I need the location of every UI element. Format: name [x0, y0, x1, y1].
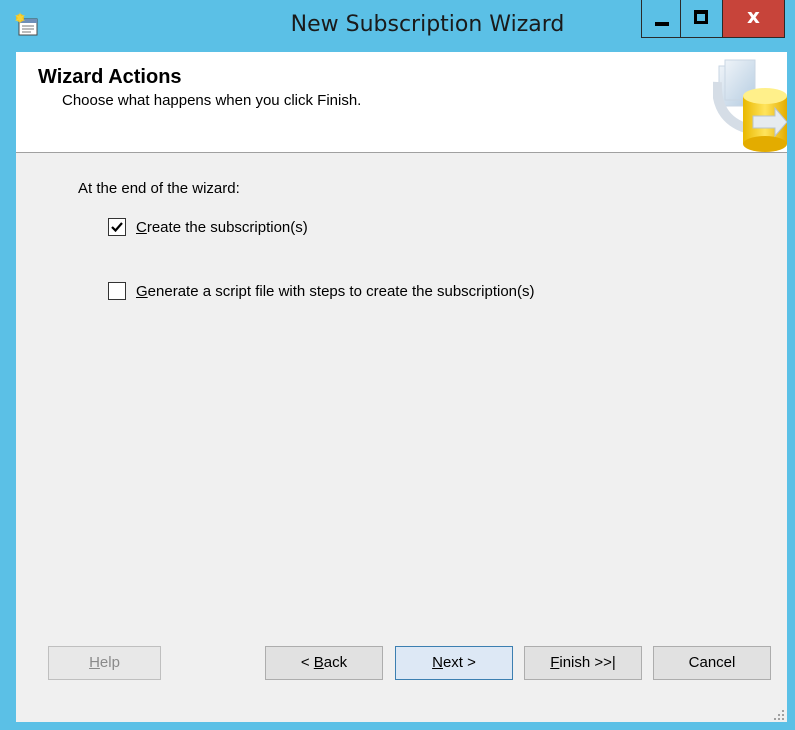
generate-script-checkbox[interactable]	[108, 282, 126, 300]
database-publication-graphic	[711, 52, 788, 152]
button-text: ack	[323, 654, 348, 671]
checkmark-icon	[111, 222, 123, 233]
generate-script-label[interactable]: Generate a script file with steps to cre…	[136, 283, 535, 300]
maximize-button[interactable]	[681, 0, 723, 38]
minimize-button[interactable]	[641, 0, 681, 38]
wizard-window: New Subscription Wizard x Wizard Actions…	[0, 0, 795, 730]
next-button[interactable]: Next >	[395, 646, 513, 680]
mnemonic: H	[89, 654, 100, 671]
section-label: At the end of the wizard:	[78, 180, 240, 197]
generate-script-option[interactable]: Generate a script file with steps to cre…	[108, 282, 535, 300]
cancel-button[interactable]: Cancel	[653, 646, 771, 680]
title-bar[interactable]: New Subscription Wizard x	[0, 0, 795, 52]
help-button[interactable]: Help	[48, 646, 161, 680]
button-text: ext >	[442, 654, 476, 671]
minimize-icon	[655, 22, 669, 26]
page-title: Wizard Actions	[38, 66, 182, 88]
button-text: inish >>|	[559, 654, 616, 671]
mnemonic: N	[432, 654, 443, 671]
page-subtitle: Choose what happens when you click Finis…	[62, 92, 362, 109]
create-subscription-option[interactable]: Create the subscription(s)	[108, 218, 308, 236]
create-subscription-label[interactable]: Create the subscription(s)	[136, 219, 308, 236]
close-button[interactable]: x	[723, 0, 785, 38]
wizard-header: Wizard Actions Choose what happens when …	[16, 52, 788, 153]
button-text: elp	[99, 654, 120, 671]
mnemonic: G	[136, 282, 148, 300]
back-button[interactable]: < Back	[265, 646, 383, 680]
maximize-icon	[694, 10, 708, 24]
mnemonic: B	[313, 654, 324, 671]
finish-button[interactable]: Finish >>|	[524, 646, 642, 680]
resize-grip-icon[interactable]	[773, 708, 785, 720]
button-prefix: <	[300, 654, 314, 671]
label-text: enerate a script file with steps to crea…	[147, 282, 535, 300]
create-subscription-checkbox[interactable]	[108, 218, 126, 236]
mnemonic: F	[550, 654, 560, 671]
label-text: reate the subscription(s)	[146, 218, 308, 236]
close-icon: x	[747, 4, 760, 28]
wizard-page: Wizard Actions Choose what happens when …	[16, 52, 788, 722]
mnemonic: C	[136, 218, 147, 236]
